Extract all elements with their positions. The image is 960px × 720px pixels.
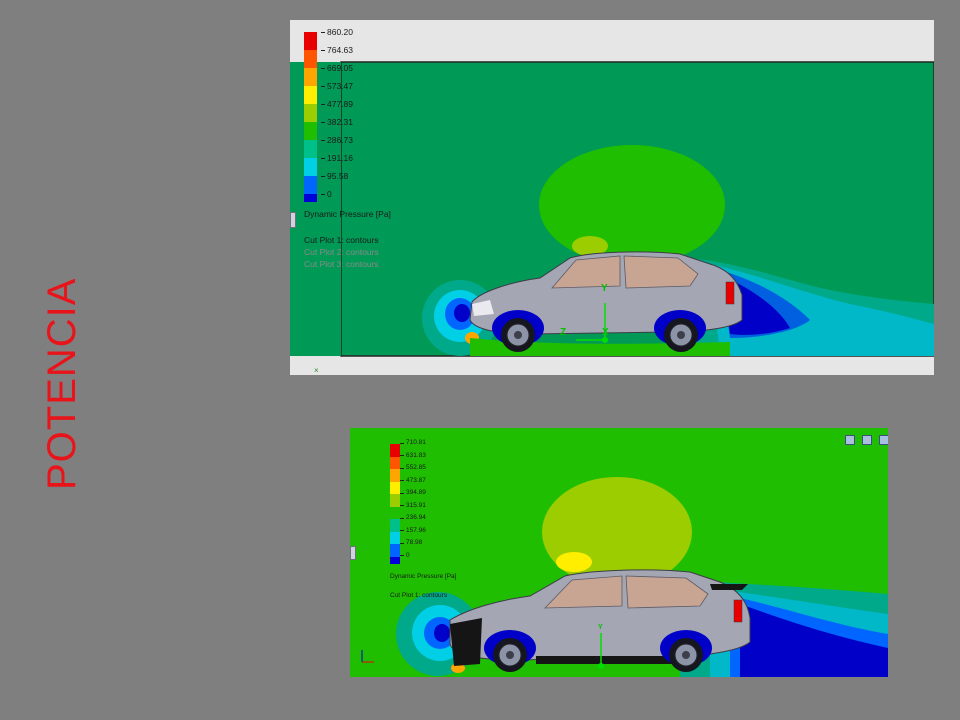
legend-tick-label: 669.05 xyxy=(321,63,353,73)
legend-swatch xyxy=(304,122,317,140)
legend-swatch xyxy=(390,506,400,519)
legend-tick-label: 860.20 xyxy=(321,27,353,37)
legend-swatch xyxy=(304,158,317,176)
bottom-legend-title: Dynamic Pressure [Pa] xyxy=(390,573,457,580)
bottom-panel-collapse-tab[interactable] xyxy=(350,546,356,560)
bottom-simulation-screenshot: 710.81 631.83 552.85 473.87 394.89 315.9… xyxy=(350,428,888,677)
legend-tick-label: 191.16 xyxy=(321,153,353,163)
top-simulation-screenshot: × 860.20 764.63 669.05 573.47 477.89 382… xyxy=(290,20,934,375)
bottom-axis-y-label: Y xyxy=(598,624,603,631)
bottom-cut-plot-1[interactable]: Cut Plot 1: contours xyxy=(390,592,447,599)
top-cut-plot-3[interactable]: Cut Plot 3: contours xyxy=(304,259,379,269)
legend-swatch xyxy=(390,556,400,564)
legend-tick-label: 95.58 xyxy=(320,171,349,181)
legend-swatch xyxy=(390,456,400,469)
slide-title: POTENCIA xyxy=(40,277,84,490)
top-axis-z-label: Z xyxy=(560,327,567,338)
legend-tick-label: 0 xyxy=(400,551,410,559)
top-panel-collapse-tab[interactable] xyxy=(290,212,296,228)
legend-tick-label: 0 xyxy=(321,189,332,199)
legend-tick-label: 286.73 xyxy=(321,135,353,145)
legend-swatch xyxy=(390,444,400,457)
legend-swatch xyxy=(304,104,317,122)
legend-tick-label: 382.31 xyxy=(321,117,353,127)
legend-swatch xyxy=(304,68,317,86)
view-toolbar xyxy=(845,431,888,445)
legend-swatch xyxy=(390,531,400,544)
zoom-in-icon[interactable] xyxy=(879,434,888,445)
bottom-color-legend: 710.81 631.83 552.85 473.87 394.89 315.9… xyxy=(390,439,470,564)
legend-swatch xyxy=(390,519,400,532)
legend-swatch xyxy=(304,50,317,68)
legend-swatch xyxy=(304,194,317,202)
top-cut-plot-2[interactable]: Cut Plot 2: contours xyxy=(304,247,379,257)
legend-swatch xyxy=(304,176,317,194)
top-color-legend: 860.20 764.63 669.05 573.47 477.89 382.3… xyxy=(304,27,404,202)
legend-tick-label: 631.83 xyxy=(400,451,426,459)
legend-tick-label: 573.47 xyxy=(321,81,353,91)
legend-swatch xyxy=(390,469,400,482)
legend-swatch xyxy=(390,544,400,557)
legend-tick-label: 78.98 xyxy=(399,539,423,546)
legend-tick-label: 157.96 xyxy=(400,526,426,534)
top-axis-x-label: X xyxy=(602,327,609,338)
legend-tick-label: 710.81 xyxy=(400,439,426,446)
legend-swatch xyxy=(304,140,317,158)
top-cut-plot-1[interactable]: Cut Plot 1: contours xyxy=(304,235,379,245)
svg-text:×: × xyxy=(314,366,319,375)
zoom-area-icon[interactable] xyxy=(862,434,873,445)
legend-swatch xyxy=(390,494,400,507)
legend-tick-label: 552.85 xyxy=(400,464,426,471)
top-axis-y-label: Y xyxy=(601,283,608,294)
legend-swatch xyxy=(390,481,400,494)
legend-tick-label: 477.89 xyxy=(321,99,353,109)
legend-swatch xyxy=(304,32,317,50)
legend-tick-label: 394.89 xyxy=(400,489,426,496)
legend-swatch xyxy=(304,86,317,104)
legend-tick-label: 473.87 xyxy=(400,476,426,484)
legend-tick-label: 236.94 xyxy=(400,514,426,521)
legend-tick-label: 315.91 xyxy=(400,501,426,509)
top-legend-title: Dynamic Pressure [Pa] xyxy=(304,209,391,219)
legend-tick-label: 764.63 xyxy=(321,45,353,55)
zoom-fit-icon[interactable] xyxy=(845,434,855,445)
